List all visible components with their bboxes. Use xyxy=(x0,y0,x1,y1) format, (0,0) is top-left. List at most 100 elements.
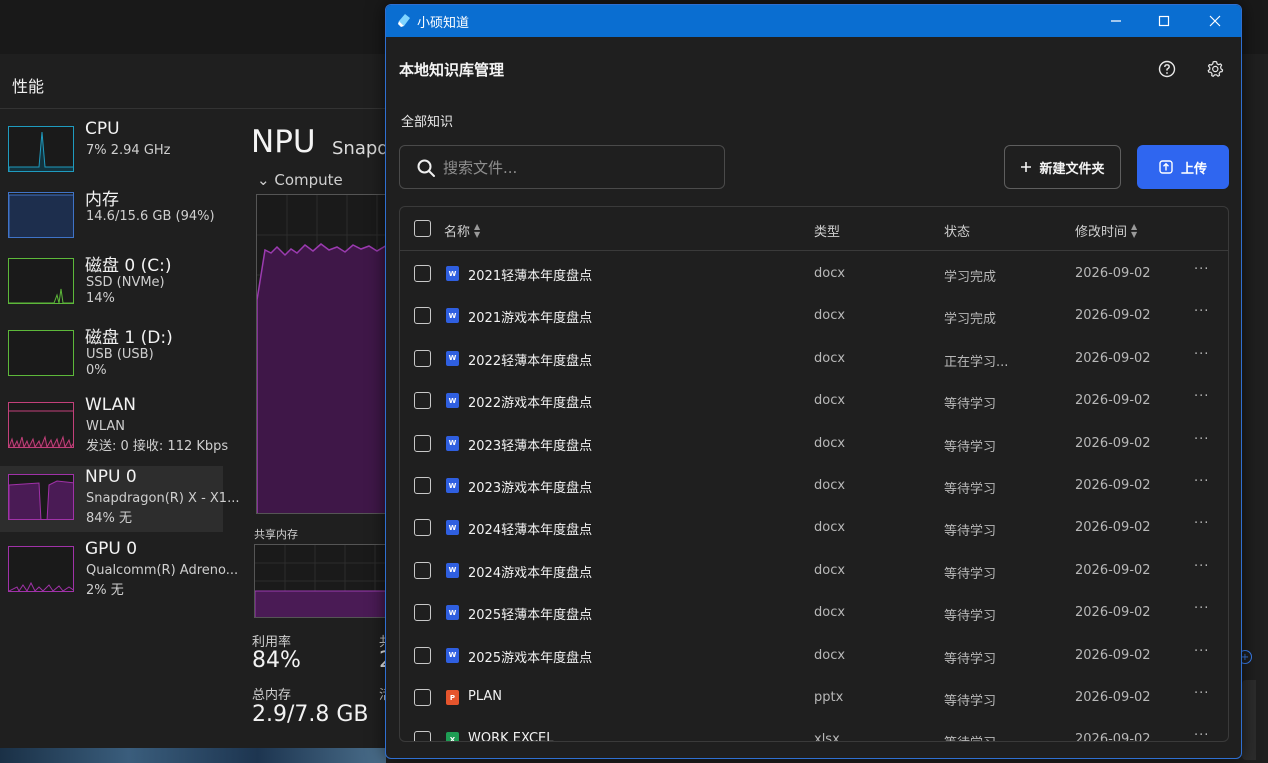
more-options-icon[interactable]: ··· xyxy=(1194,644,1209,659)
new-folder-label: 新建文件夹 xyxy=(1039,161,1105,177)
file-name[interactable]: PLAN xyxy=(468,689,502,704)
file-name[interactable]: 2022轻薄本年度盘点 xyxy=(468,350,592,369)
more-options-icon[interactable]: ··· xyxy=(1194,389,1209,404)
row-checkbox[interactable] xyxy=(414,561,431,579)
file-name[interactable]: 2022游戏本年度盘点 xyxy=(468,392,592,411)
upload-icon xyxy=(1159,160,1173,174)
perf-item[interactable]: 内存 14.6/15.6 GB (94%) xyxy=(0,184,223,250)
table-row[interactable]: W 2021轻薄本年度盘点 docx 学习完成 2026-09-02 ··· xyxy=(400,252,1228,294)
more-options-icon[interactable]: ··· xyxy=(1194,474,1209,489)
column-modified-header[interactable]: 修改时间 ▲ ▼ xyxy=(1075,221,1137,240)
row-checkbox[interactable] xyxy=(414,604,431,622)
file-name[interactable]: 2021游戏本年度盘点 xyxy=(468,307,592,326)
file-name[interactable]: 2025轻薄本年度盘点 xyxy=(468,604,592,623)
table-row[interactable]: W 2023游戏本年度盘点 docx 等待学习 2026-09-02 ··· xyxy=(400,464,1228,506)
table-row[interactable]: P PLAN pptx 等待学习 2026-09-02 ··· xyxy=(400,676,1228,718)
file-name[interactable]: 2023轻薄本年度盘点 xyxy=(468,435,592,454)
table-row[interactable]: W 2025游戏本年度盘点 docx 等待学习 2026-09-02 ··· xyxy=(400,634,1228,676)
word-icon: W xyxy=(446,647,459,663)
perf-item-detail: SSD (NVMe) xyxy=(86,275,165,290)
table-row[interactable]: W 2024游戏本年度盘点 docx 等待学习 2026-09-02 ··· xyxy=(400,549,1228,591)
performance-title: 性能 xyxy=(12,77,45,96)
column-name-label: 名称 xyxy=(444,225,471,240)
more-options-icon[interactable]: ··· xyxy=(1194,432,1209,447)
row-checkbox[interactable] xyxy=(414,477,431,494)
more-options-icon[interactable]: ··· xyxy=(1194,347,1209,362)
file-status: 等待学习 xyxy=(944,397,997,413)
perf-item-value: 84% 无 xyxy=(86,511,133,526)
row-checkbox[interactable] xyxy=(414,731,431,741)
row-checkbox[interactable] xyxy=(414,392,431,410)
more-options-icon[interactable]: ··· xyxy=(1194,601,1209,616)
word-icon: W xyxy=(446,393,459,409)
file-modified-date: 2026-09-02 xyxy=(1075,350,1151,366)
row-checkbox[interactable] xyxy=(414,646,431,664)
breadcrumb[interactable]: 全部知识 xyxy=(401,111,453,130)
more-options-icon[interactable]: ··· xyxy=(1194,728,1209,741)
maximize-button[interactable] xyxy=(1138,5,1190,37)
more-options-icon[interactable]: ··· xyxy=(1194,262,1209,277)
file-name[interactable]: 2024游戏本年度盘点 xyxy=(468,562,592,581)
row-checkbox[interactable] xyxy=(414,349,431,367)
file-table: 名称 ▲ ▼ 类型 状态 修改时间 ▲ ▼ W 2021轻薄本年度盘点 docx 学习完成… xyxy=(399,206,1229,742)
window-title: 小硕知道 xyxy=(417,16,470,31)
select-all-checkbox[interactable] xyxy=(414,220,431,237)
table-row[interactable]: X WORK EXCEL xlsx 等待学习 2026-09-02 ··· xyxy=(400,718,1228,742)
file-name[interactable]: 2024轻薄本年度盘点 xyxy=(468,519,592,538)
file-type: docx xyxy=(814,435,846,451)
file-type: xlsx xyxy=(814,732,840,742)
close-button[interactable] xyxy=(1189,5,1241,37)
file-name[interactable]: 2023游戏本年度盘点 xyxy=(468,477,592,496)
word-icon: W xyxy=(446,266,459,281)
compute-selector[interactable]: ⌄ Compute xyxy=(257,171,343,189)
more-options-icon[interactable]: ··· xyxy=(1194,304,1209,319)
table-row[interactable]: W 2022轻薄本年度盘点 docx 正在学习... 2026-09-02 ··· xyxy=(400,337,1228,379)
perf-item[interactable]: WLAN WLAN 发送: 0 接收: 112 Kbps xyxy=(0,394,228,460)
file-modified-date: 2026-09-02 xyxy=(1075,478,1151,493)
compute-label: Compute xyxy=(274,171,343,189)
maximize-icon xyxy=(1158,15,1170,27)
row-checkbox[interactable] xyxy=(414,689,431,706)
file-type: docx xyxy=(814,605,846,621)
file-name[interactable]: 2025游戏本年度盘点 xyxy=(468,647,592,666)
file-modified-date: 2026-09-02 xyxy=(1075,605,1151,621)
table-row[interactable]: W 2022游戏本年度盘点 docx 等待学习 2026-09-02 ··· xyxy=(400,379,1228,421)
row-checkbox[interactable] xyxy=(414,434,431,452)
table-row[interactable]: W 2023轻薄本年度盘点 docx 等待学习 2026-09-02 ··· xyxy=(400,422,1228,464)
perf-item[interactable]: CPU 7% 2.94 GHz xyxy=(0,118,223,184)
word-icon: W xyxy=(446,605,459,621)
file-name[interactable]: 2021轻薄本年度盘点 xyxy=(468,265,592,284)
file-modified-date: 2026-09-02 xyxy=(1075,520,1151,536)
file-status: 等待学习 xyxy=(944,439,997,455)
minimize-button[interactable] xyxy=(1090,5,1142,37)
table-row[interactable]: W 2021游戏本年度盘点 docx 学习完成 2026-09-02 ··· xyxy=(400,294,1228,336)
table-row[interactable]: W 2025轻薄本年度盘点 docx 等待学习 2026-09-02 ··· xyxy=(400,591,1228,633)
table-row[interactable]: W 2024轻薄本年度盘点 docx 等待学习 2026-09-02 ··· xyxy=(400,506,1228,548)
help-button[interactable] xyxy=(1156,58,1178,80)
file-modified-date: 2026-09-02 xyxy=(1075,647,1151,663)
perf-item[interactable]: GPU 0 Qualcomm(R) Adreno... 2% 无 xyxy=(0,538,238,604)
column-name-header[interactable]: 名称 ▲ ▼ xyxy=(444,221,480,240)
perf-thumbnail xyxy=(8,546,74,592)
search-input[interactable] xyxy=(443,157,713,179)
upload-button[interactable]: 上传 xyxy=(1137,145,1229,189)
more-options-icon[interactable]: ··· xyxy=(1194,559,1209,574)
more-options-icon[interactable]: ··· xyxy=(1194,686,1209,701)
perf-item-name: WLAN xyxy=(85,395,137,415)
file-name[interactable]: WORK EXCEL xyxy=(468,731,553,741)
perf-item[interactable]: 磁盘 0 (C:) SSD (NVMe) 14% xyxy=(0,250,223,316)
perf-item[interactable]: 磁盘 1 (D:) USB (USB) 0% xyxy=(0,322,223,388)
row-checkbox[interactable] xyxy=(414,307,431,325)
row-checkbox[interactable] xyxy=(414,519,431,537)
row-checkbox[interactable] xyxy=(414,265,431,282)
file-type: docx xyxy=(814,266,846,281)
perf-item-value: 2% 无 xyxy=(86,583,124,598)
settings-button[interactable] xyxy=(1204,58,1226,80)
sort-icon: ▲ ▼ xyxy=(474,221,481,239)
search-box[interactable] xyxy=(399,145,725,189)
perf-item[interactable]: NPU 0 Snapdragon(R) X - X1... 84% 无 xyxy=(0,466,239,532)
close-icon xyxy=(1209,15,1221,27)
more-options-icon[interactable]: ··· xyxy=(1194,516,1209,531)
word-icon: W xyxy=(446,435,459,451)
new-folder-button[interactable]: 新建文件夹 xyxy=(1004,145,1121,189)
